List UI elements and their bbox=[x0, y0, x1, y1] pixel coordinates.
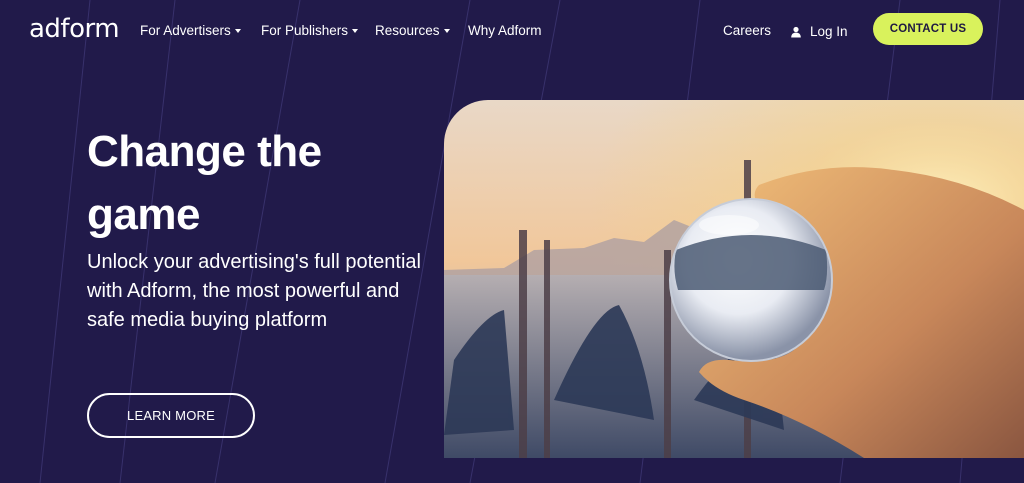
login-label: Log In bbox=[810, 24, 848, 39]
nav-item-for-advertisers[interactable]: For Advertisers bbox=[140, 23, 241, 38]
nav-item-label: For Publishers bbox=[261, 23, 349, 38]
hero-subtitle: Unlock your advertising's full potential… bbox=[87, 251, 421, 331]
careers-link[interactable]: Careers bbox=[723, 23, 771, 38]
hero-image-crystal-ball bbox=[444, 100, 1024, 458]
top-navigation: adform For Advertisers For Publishers Re… bbox=[0, 0, 1024, 60]
contact-us-button[interactable]: CONTACT US bbox=[873, 13, 983, 45]
learn-more-button[interactable]: LEARN MORE bbox=[87, 393, 255, 438]
nav-item-label: Resources bbox=[375, 23, 440, 38]
careers-label: Careers bbox=[723, 23, 772, 38]
nav-item-resources[interactable]: Resources bbox=[375, 23, 450, 38]
login-link[interactable]: Log In bbox=[790, 24, 848, 39]
nav-item-why-adform[interactable]: Why Adform bbox=[468, 23, 542, 38]
caret-down-icon bbox=[234, 29, 241, 33]
nav-item-for-publishers[interactable]: For Publishers bbox=[261, 23, 359, 38]
nav-item-label: For Advertisers bbox=[140, 23, 231, 38]
user-icon bbox=[791, 26, 801, 37]
hero-photo-illustration bbox=[444, 100, 1024, 458]
adform-logo[interactable]: adform bbox=[29, 14, 120, 44]
hero-title: Change the game bbox=[87, 127, 322, 239]
caret-down-icon bbox=[443, 29, 450, 33]
nav-item-label: Why Adform bbox=[468, 23, 542, 38]
caret-down-icon bbox=[352, 29, 359, 33]
